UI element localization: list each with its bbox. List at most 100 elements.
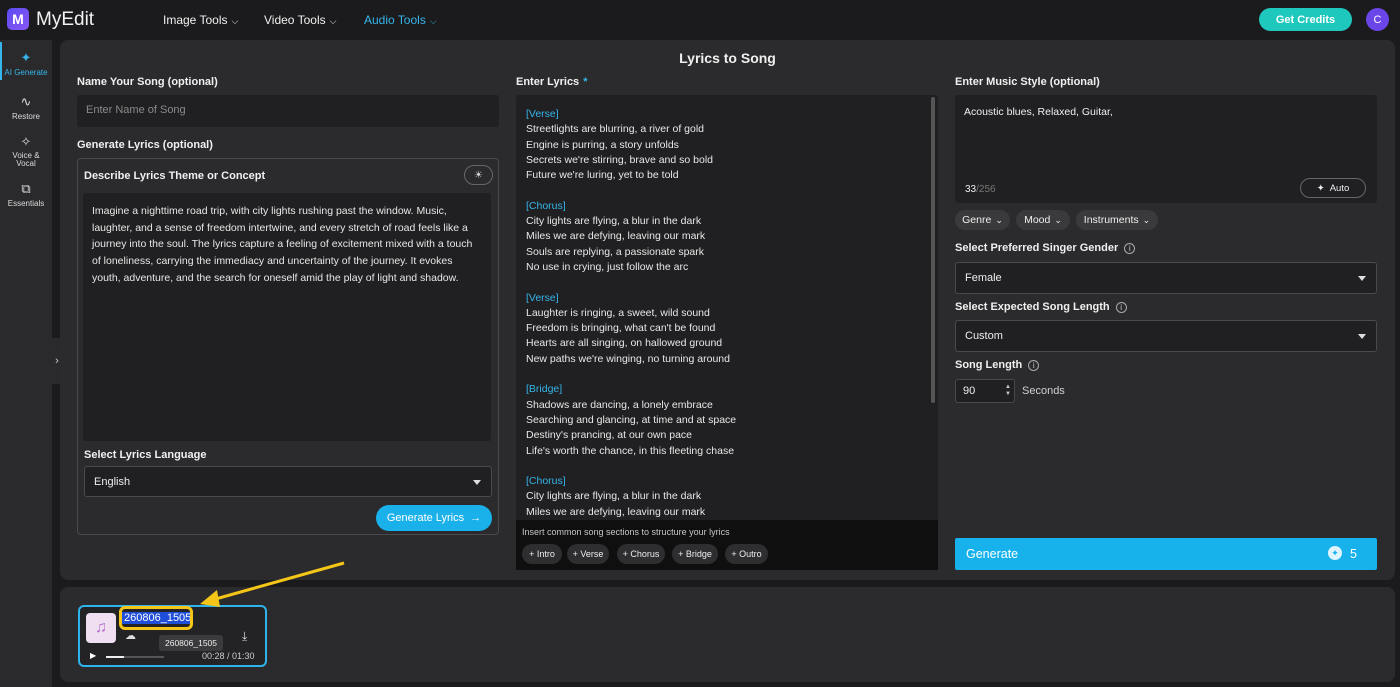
genre-dropdown[interactable]: Genre ⌄ (955, 210, 1010, 230)
lyrics-section-tag: [Chorus] (526, 199, 566, 212)
song-length-label: Song Length i (955, 359, 1040, 371)
caret-down-icon (1358, 276, 1366, 281)
chevron-down-icon: ⌄ (995, 214, 1003, 225)
lyrics-spacer (526, 367, 928, 382)
genre-label: Genre (962, 214, 992, 226)
playback-progress-fill (106, 656, 124, 658)
myedit-logo[interactable]: M (7, 8, 29, 30)
nav-audio-tools[interactable]: Audio Tools ⌵ (364, 13, 437, 27)
info-icon[interactable]: i (1124, 242, 1136, 254)
nav-video-tools-label: Video Tools (264, 13, 326, 27)
sidebar-item-restore[interactable]: ∿ Restore (0, 94, 52, 121)
lyrics-section-tag: [Verse] (526, 108, 559, 120)
theme-description-text: Imagine a nighttime road trip, with city… (92, 205, 473, 284)
get-credits-button[interactable]: Get Credits (1259, 8, 1352, 31)
describe-theme-label: Describe Lyrics Theme or Concept (84, 170, 266, 182)
instruments-dropdown[interactable]: Instruments ⌄ (1076, 210, 1158, 230)
play-icon[interactable]: ▶ (90, 651, 96, 660)
insert-verse-chip[interactable]: + Verse (567, 544, 609, 564)
nav-video-tools[interactable]: Video Tools ⌵ (264, 13, 336, 27)
main-panel: Lyrics to Song Name Your Song (optional)… (60, 40, 1395, 580)
download-icon[interactable]: ⤓ (242, 629, 247, 644)
wand-icon: ✧ (20, 134, 32, 149)
playback-time: 00:28 / 01:30 (202, 651, 255, 661)
music-style-label: Enter Music Style (optional) (955, 76, 1100, 88)
sidebar-item-label: AI Generate (4, 68, 48, 77)
lyrics-line: Miles we are defying, leaving our mark (526, 505, 706, 518)
sidebar-item-voice-vocal[interactable]: ✧ Voice & Vocal (0, 134, 52, 168)
lyrics-line: No use in crying, just follow the arc (526, 260, 689, 273)
stepper-arrows-icon[interactable]: ▲ ▼ (1005, 384, 1011, 398)
sidebar-item-essentials[interactable]: ⧉ Essentials (0, 181, 52, 208)
lyrics-section-tag: [Bridge] (526, 383, 563, 396)
caret-down-icon (1358, 334, 1366, 339)
instruments-label: Instruments (1083, 214, 1139, 226)
insert-sections-bar: Insert common song sections to structure… (516, 520, 938, 570)
lyrics-line: Engine is purring, a story unfolds (526, 138, 679, 151)
magic-wand-icon: ✦ (20, 50, 32, 65)
cloud-upload-icon[interactable]: ☁ (125, 629, 136, 642)
generate-button[interactable]: Generate ✦ 5 (955, 538, 1377, 570)
auto-style-button[interactable]: ✦ Auto (1300, 178, 1366, 198)
lightbulb-icon: ☀ (474, 169, 483, 181)
nav-image-tools[interactable]: Image Tools ⌵ (163, 13, 238, 27)
insert-outro-chip[interactable]: + Outro (725, 544, 768, 564)
chevron-down-icon: ⌵ (329, 16, 337, 26)
caret-down-icon (473, 479, 481, 485)
lyrics-line: City lights are flying, a blur in the da… (526, 215, 702, 228)
lyrics-line: Shadows are dancing, a lonely embrace (526, 398, 713, 411)
credit-icon: ✦ (1328, 546, 1342, 560)
song-length-select[interactable]: Custom (955, 320, 1377, 352)
lyrics-spacer (526, 459, 928, 474)
mood-label: Mood (1024, 214, 1051, 226)
song-name-placeholder: Enter Name of Song (86, 104, 186, 116)
mood-dropdown[interactable]: Mood ⌄ (1016, 210, 1070, 230)
user-avatar[interactable]: C (1366, 8, 1389, 31)
singer-gender-select[interactable]: Female (955, 262, 1377, 294)
inspiration-button[interactable]: ☀ (464, 165, 493, 185)
lyrics-spacer (526, 275, 928, 290)
track-card[interactable]: ♫ 260806_1505 ☁ 260806_1505 ⤓ ▶ 00:28 / … (78, 605, 267, 667)
song-length-input[interactable]: 90 ▲ ▼ (955, 379, 1015, 403)
song-name-input[interactable]: Enter Name of Song (77, 95, 499, 127)
lyrics-language-value: English (94, 475, 131, 488)
insert-intro-chip[interactable]: + Intro (522, 544, 562, 564)
playback-progress-bar[interactable] (106, 656, 164, 658)
lyrics-line: Streetlights are blurring, a river of go… (526, 123, 705, 136)
generate-lyrics-button[interactable]: Generate Lyrics → (376, 505, 492, 531)
music-style-value: Acoustic blues, Relaxed, Guitar, (964, 106, 1113, 118)
lyrics-language-select[interactable]: English (84, 466, 492, 497)
lyrics-line: Searching and glancing, at time and at s… (526, 413, 737, 426)
music-style-textarea[interactable]: Acoustic blues, Relaxed, Guitar, 33/256 … (955, 95, 1377, 203)
page-title: Lyrics to Song (679, 50, 776, 66)
lyrics-line: New paths we're winging, no turning arou… (526, 352, 730, 365)
lyrics-line: City lights are flying, a blur in the da… (526, 490, 702, 503)
lyrics-textarea[interactable]: [Verse] Streetlights are blurring, a rive… (516, 95, 938, 520)
sidebar: ✦ AI Generate ∿ Restore ✧ Voice & Vocal … (0, 40, 52, 687)
song-length-label-text: Song Length (955, 359, 1023, 371)
info-icon[interactable]: i (1115, 301, 1127, 313)
brand-name[interactable]: MyEdit (36, 9, 94, 31)
lyrics-spacer (526, 183, 928, 198)
lyrics-scrollbar[interactable] (931, 97, 935, 403)
info-icon[interactable]: i (1028, 359, 1040, 371)
chevron-down-icon: ⌵ (231, 16, 239, 26)
top-bar: M MyEdit Image Tools ⌵ Video Tools ⌵ Audio… (0, 0, 1400, 40)
results-panel: ♫ 260806_1505 ☁ 260806_1505 ⤓ ▶ 00:28 / … (60, 587, 1395, 682)
seconds-label: Seconds (1022, 385, 1065, 397)
lyrics-line: Hearts are all singing, on hallowed grou… (526, 337, 723, 350)
lyrics-line: Future we're luring, yet to be told (526, 169, 679, 182)
song-length-select-label-text: Select Expected Song Length (955, 301, 1110, 313)
generate-label: Generate (966, 547, 1019, 561)
lyrics-line: Destiny's prancing, at our own pace (526, 429, 693, 442)
insert-chorus-chip[interactable]: + Chorus (617, 544, 665, 564)
theme-description-textarea[interactable]: Imagine a nighttime road trip, with city… (83, 193, 491, 441)
sidebar-item-ai-generate[interactable]: ✦ AI Generate (0, 50, 52, 77)
insert-sections-hint: Insert common song sections to structure… (522, 527, 730, 537)
sidebar-item-label: Restore (11, 112, 40, 121)
generate-lyrics-label: Generate Lyrics (386, 512, 465, 524)
lyrics-line: Souls are replying, a passionate spark (526, 245, 705, 258)
arrow-right-icon: → (470, 512, 482, 524)
generate-cost: 5 (1350, 547, 1357, 561)
insert-bridge-chip[interactable]: + Bridge (672, 544, 718, 564)
